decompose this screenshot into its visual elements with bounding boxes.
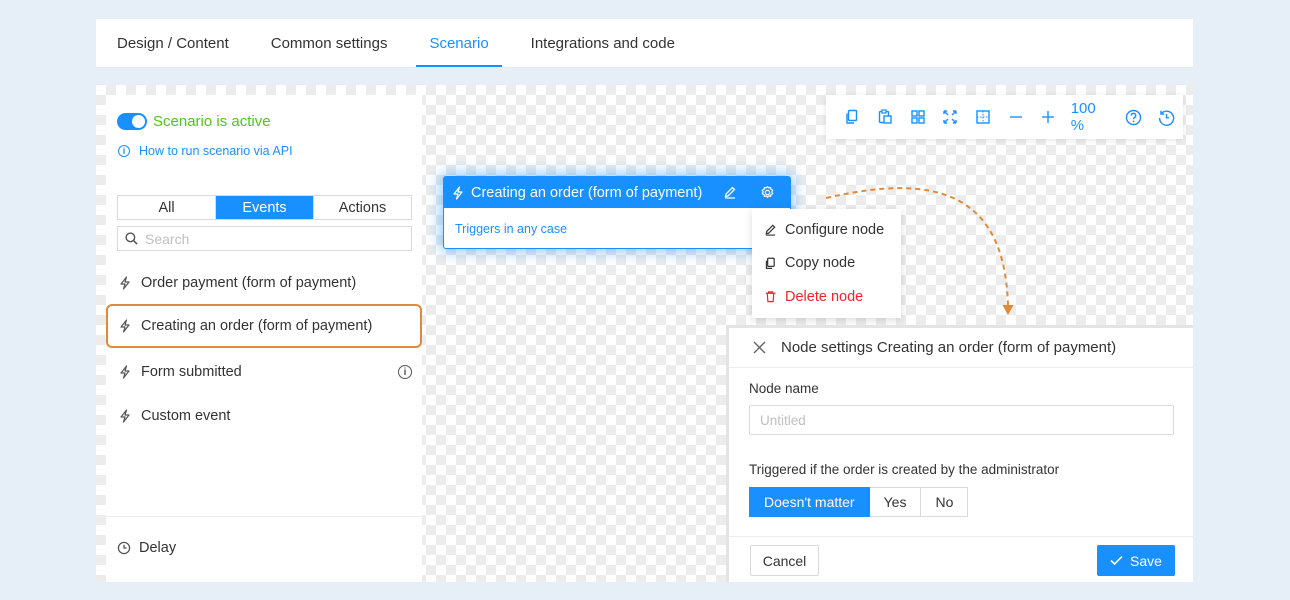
node-title: Creating an order (form of payment) — [471, 184, 703, 201]
copy-icon — [765, 257, 775, 269]
bolt-icon — [453, 185, 463, 200]
close-icon[interactable] — [753, 341, 766, 354]
pencil-icon[interactable] — [723, 185, 737, 199]
node-context-menu: Configure node Copy node Delete node — [752, 209, 901, 318]
panel-header: Node settings Creating an order (form of… — [729, 328, 1193, 368]
option-doesnt-matter[interactable]: Doesn't matter — [749, 487, 870, 517]
cancel-button[interactable]: Cancel — [750, 545, 819, 576]
top-tabs: Design / Content Common settings Scenari… — [96, 19, 1193, 67]
menu-copy-node[interactable]: Copy node — [752, 247, 901, 281]
node-name-label: Node name — [749, 381, 819, 396]
save-button-label: Save — [1130, 552, 1162, 569]
scenario-workspace: Scenario is active i How to run scenario… — [96, 85, 1193, 582]
panel-footer-divider — [729, 536, 1193, 537]
node-name-input[interactable] — [749, 405, 1174, 435]
trash-icon — [765, 291, 776, 303]
node-body: Triggers in any case — [455, 222, 568, 236]
menu-item-label: Copy node — [785, 255, 856, 272]
node-settings-panel: Node settings Creating an order (form of… — [726, 325, 1193, 582]
gear-icon[interactable] — [760, 185, 775, 200]
menu-configure-node[interactable]: Configure node — [752, 213, 901, 247]
pencil-icon — [765, 224, 776, 236]
node-header: Creating an order (form of payment) — [444, 177, 790, 208]
check-icon — [1110, 555, 1123, 566]
scenario-node[interactable]: Creating an order (form of payment) Trig… — [443, 176, 791, 249]
tab-integrations[interactable]: Integrations and code — [518, 19, 688, 67]
menu-item-label: Delete node — [785, 288, 864, 305]
admin-trigger-options: Doesn't matter Yes No — [749, 487, 969, 517]
option-no[interactable]: No — [921, 487, 969, 517]
panel-title: Node settings Creating an order (form of… — [781, 339, 1117, 356]
menu-delete-node[interactable]: Delete node — [752, 280, 901, 314]
save-button[interactable]: Save — [1097, 545, 1175, 576]
option-yes[interactable]: Yes — [869, 487, 922, 517]
admin-trigger-label: Triggered if the order is created by the… — [749, 462, 1060, 477]
tab-common-settings[interactable]: Common settings — [258, 19, 401, 67]
tab-design-content[interactable]: Design / Content — [104, 19, 242, 67]
tab-scenario[interactable]: Scenario — [416, 19, 502, 67]
menu-item-label: Configure node — [785, 221, 885, 238]
